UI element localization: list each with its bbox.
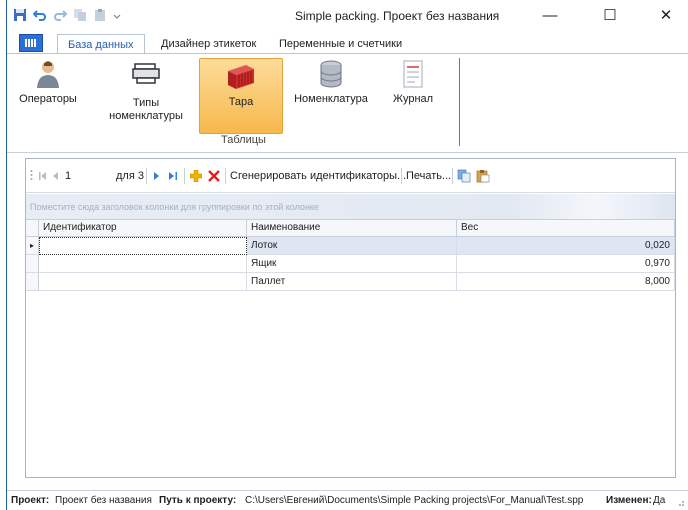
printer-icon [132, 63, 160, 84]
customize-qat-icon[interactable] [113, 8, 121, 22]
app-menu-icon [25, 39, 36, 47]
save-icon[interactable] [13, 8, 27, 22]
quick-access-toolbar [13, 8, 121, 22]
copy-icon[interactable] [73, 8, 87, 22]
tab-label-designer[interactable]: Дизайнер этикеток [151, 34, 266, 55]
column-header-identifier[interactable]: Идентификатор [39, 220, 247, 237]
nav-separator [146, 168, 147, 184]
table-cell-name[interactable]: Лоток [247, 237, 457, 255]
paste-records-icon[interactable] [476, 168, 490, 184]
table-cell-name[interactable]: Ящик [247, 255, 457, 273]
journal-label: Журнал [392, 93, 434, 105]
tara-button[interactable]: Тара [199, 58, 283, 134]
add-record-icon[interactable] [190, 168, 202, 184]
grid-navigator: 1 для 3 Сгенерировать идентификаторы... [26, 159, 675, 193]
journal-icon [403, 60, 423, 88]
row-indicator-header [26, 220, 39, 237]
nav-separator [225, 168, 226, 184]
journal-button[interactable]: Журнал [385, 58, 441, 106]
maximize-button[interactable]: ☐ [587, 0, 633, 30]
window-title: Simple packing. Проект без названия [295, 9, 500, 23]
table-cell-name[interactable]: Паллет [247, 273, 457, 291]
record-count-label: для 3 [116, 170, 144, 182]
copy-records-icon[interactable] [457, 168, 471, 184]
path-label: Путь к проекту: [159, 495, 237, 506]
tab-variables-counters[interactable]: Переменные и счетчики [269, 34, 412, 55]
operators-button[interactable]: Операторы [15, 58, 81, 106]
project-label: Проект: [11, 495, 50, 506]
generate-ids-button[interactable]: Сгенерировать идентификаторы... [230, 168, 406, 184]
next-record-icon[interactable] [152, 168, 160, 184]
nav-separator [184, 168, 185, 184]
table-cell-identifier[interactable] [39, 255, 247, 273]
nav-separator [452, 168, 453, 184]
content-area: 1 для 3 Сгенерировать идентификаторы... [7, 154, 688, 490]
operators-label: Операторы [19, 93, 77, 105]
app-window: Simple packing. Проект без названия — ☐ … [6, 0, 688, 510]
path-value: C:\Users\Евгений\Documents\Simple Packin… [245, 495, 584, 506]
status-bar: Проект: Проект без названия Путь к проек… [7, 490, 688, 510]
nomenclature-button[interactable]: Номенклатура [293, 58, 369, 106]
group-by-hint: Поместите сюда заголовок колонки для гру… [30, 202, 319, 212]
nav-separator [401, 168, 402, 184]
group-by-panel[interactable]: Поместите сюда заголовок колонки для гру… [26, 194, 675, 220]
redo-icon[interactable] [53, 8, 68, 22]
last-record-icon[interactable] [168, 168, 178, 184]
operator-icon [37, 61, 59, 88]
tab-database[interactable]: База данных [57, 34, 145, 55]
project-value: Проект без названия [55, 495, 152, 506]
nomenclature-types-label: Типы номенклатуры [109, 97, 183, 122]
paste-icon[interactable] [93, 8, 107, 22]
column-header-name[interactable]: Наименование [247, 220, 457, 237]
first-record-icon[interactable] [38, 168, 48, 184]
row-indicator-current[interactable]: ▸ [26, 237, 39, 255]
previous-record-icon[interactable] [52, 168, 60, 184]
column-header-weight[interactable]: Вес [457, 220, 675, 237]
print-button[interactable]: Печать... [406, 168, 451, 184]
application-menu-button[interactable] [19, 34, 43, 52]
delete-record-icon[interactable] [208, 168, 220, 184]
nomenclature-types-button[interactable]: Типы номенклатуры [103, 58, 189, 123]
data-grid: 1 для 3 Сгенерировать идентификаторы... [25, 158, 676, 478]
title-bar: Simple packing. Проект без названия — ☐ … [7, 0, 688, 32]
database-icon [320, 60, 342, 88]
close-button[interactable]: ✕ [643, 0, 688, 30]
undo-icon[interactable] [32, 8, 47, 22]
table-cell-identifier[interactable] [39, 273, 247, 291]
modified-value: Да [653, 495, 666, 506]
ribbon-tabs: База данных Дизайнер этикеток Переменные… [7, 32, 688, 55]
ribbon-group-separator [459, 58, 460, 146]
group-caption-tables: Таблицы [221, 134, 266, 146]
table-cell-identifier[interactable] [39, 237, 247, 255]
page-number-input[interactable]: 1 [62, 167, 106, 185]
nomenclature-label: Номенклатура [294, 93, 368, 105]
table-cell-weight[interactable]: 0,970 [457, 255, 675, 273]
resize-grip-icon[interactable] [675, 497, 685, 510]
table-cell-weight[interactable]: 0,020 [457, 237, 675, 255]
tara-label: Тара [228, 96, 254, 108]
row-indicator[interactable] [26, 273, 39, 291]
minimize-button[interactable]: — [527, 0, 573, 30]
ribbon-panel: Операторы Типы номенклатуры Тара Номенкл… [7, 53, 688, 153]
modified-label: Изменен: [606, 495, 652, 506]
navigator-grip-icon [30, 168, 33, 184]
container-icon [228, 65, 254, 89]
row-indicator[interactable] [26, 255, 39, 273]
table-cell-weight[interactable]: 8,000 [457, 273, 675, 291]
